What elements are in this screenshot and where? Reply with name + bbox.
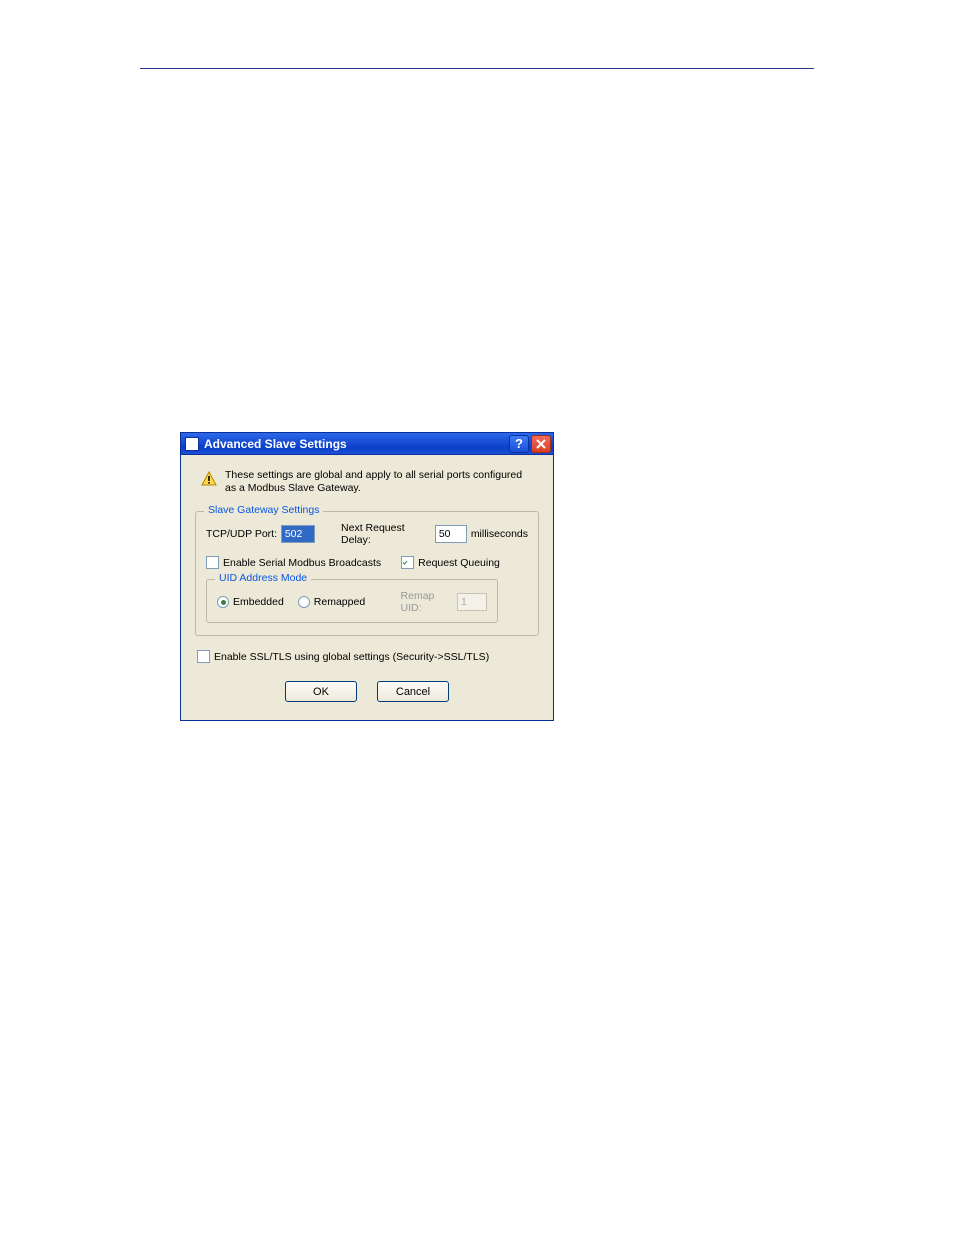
tcp-udp-port-input[interactable] xyxy=(281,525,315,543)
embedded-label: Embedded xyxy=(233,596,284,608)
delay-unit: milliseconds xyxy=(471,528,528,540)
next-request-delay-label: Next Request Delay: xyxy=(341,522,431,546)
uid-group-title: UID Address Mode xyxy=(215,572,311,584)
warning-icon xyxy=(201,471,217,487)
enable-serial-broadcast-checkbox[interactable] xyxy=(206,556,219,569)
remap-uid-label: Remap UID: xyxy=(401,590,443,614)
request-queuing-checkbox[interactable] xyxy=(401,556,414,569)
advanced-slave-settings-dialog: Advanced Slave Settings ? These settings… xyxy=(180,432,554,721)
warning-text: These settings are global and apply to a… xyxy=(225,469,535,495)
remapped-radio[interactable] xyxy=(298,596,310,608)
dialog-title: Advanced Slave Settings xyxy=(204,437,509,451)
next-request-delay-input[interactable] xyxy=(435,525,467,543)
enable-serial-broadcast-label: Enable Serial Modbus Broadcasts xyxy=(223,557,381,569)
group-title: Slave Gateway Settings xyxy=(204,504,323,516)
help-button[interactable]: ? xyxy=(509,435,529,453)
remapped-label: Remapped xyxy=(314,596,365,608)
request-queuing-label: Request Queuing xyxy=(418,557,500,569)
cancel-button[interactable]: Cancel xyxy=(377,681,449,702)
ok-button[interactable]: OK xyxy=(285,681,357,702)
remap-uid-input xyxy=(457,593,487,611)
tcp-udp-port-label: TCP/UDP Port: xyxy=(206,528,281,540)
slave-gateway-group: Slave Gateway Settings TCP/UDP Port: Nex… xyxy=(195,511,539,636)
enable-ssl-checkbox[interactable] xyxy=(197,650,210,663)
uid-address-mode-group: UID Address Mode Embedded Remapped Remap… xyxy=(206,579,498,623)
header-rule xyxy=(140,68,814,69)
close-button[interactable] xyxy=(531,435,551,453)
enable-ssl-label: Enable SSL/TLS using global settings (Se… xyxy=(214,651,489,663)
embedded-radio[interactable] xyxy=(217,596,229,608)
titlebar[interactable]: Advanced Slave Settings ? xyxy=(181,433,553,455)
app-icon xyxy=(185,437,199,451)
warning-row: These settings are global and apply to a… xyxy=(193,467,541,503)
